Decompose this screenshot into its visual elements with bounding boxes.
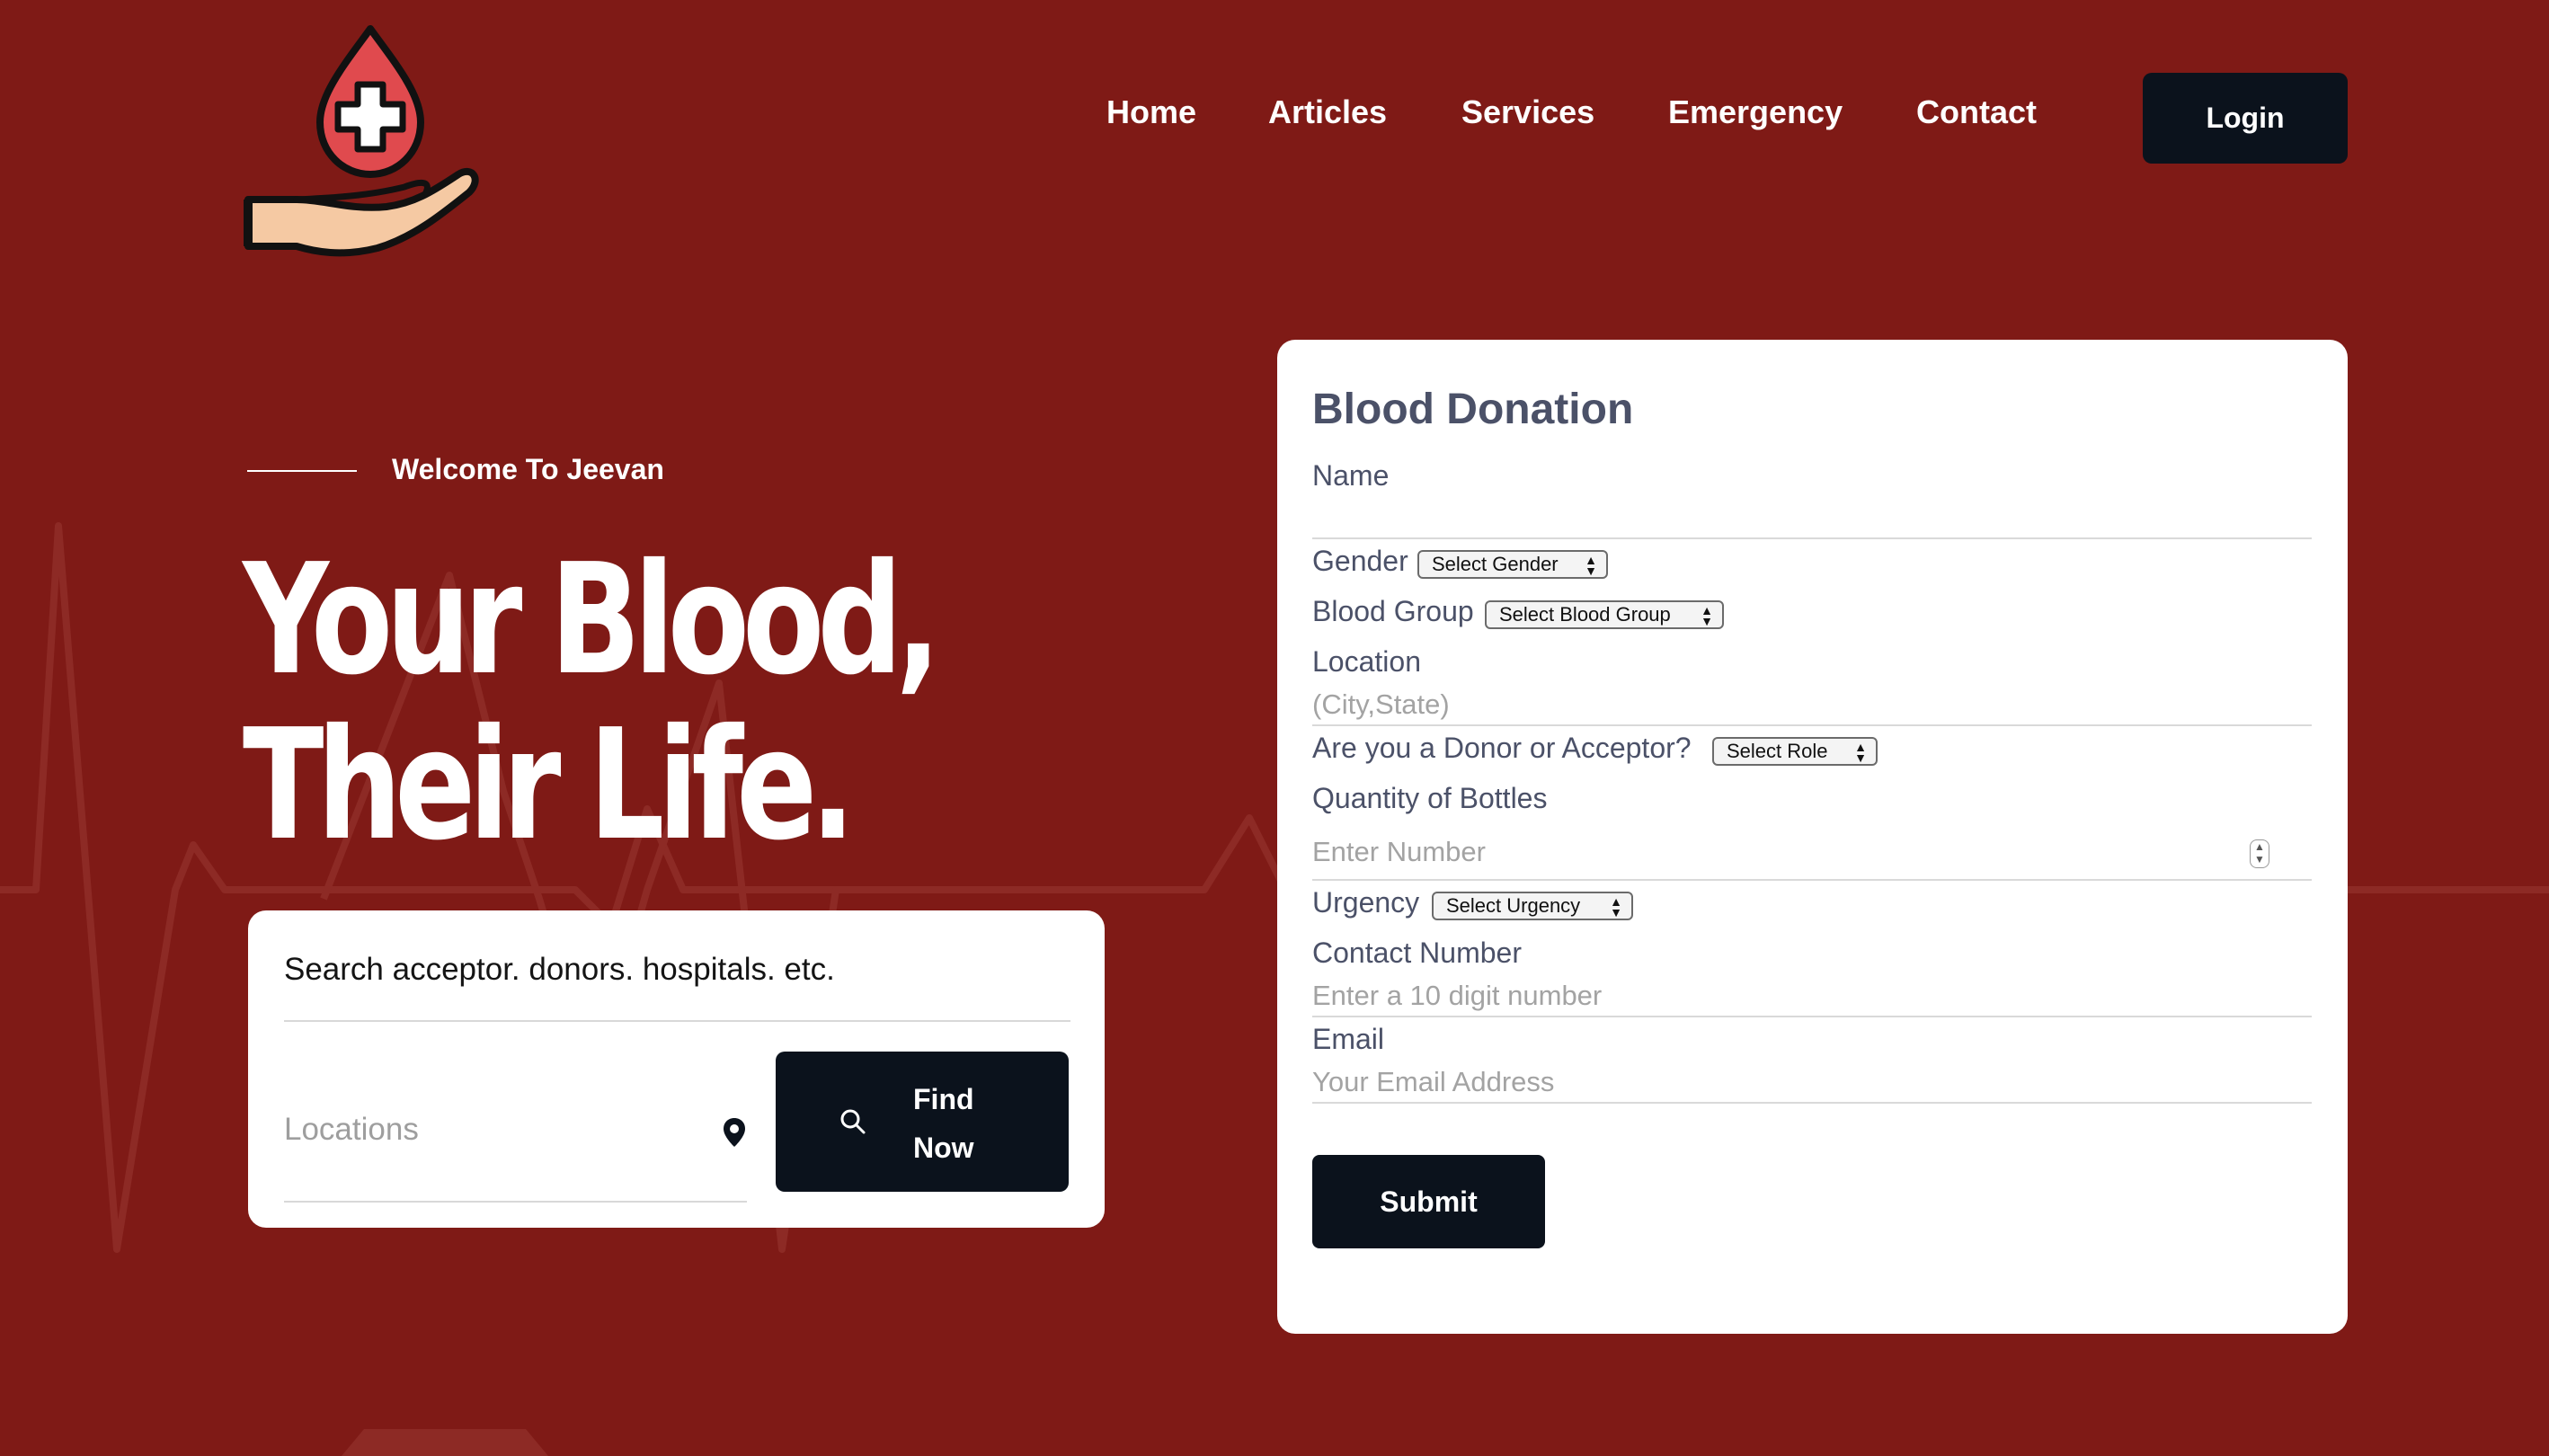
blood-donation-form: Blood Donation Name Gender Select Gender… xyxy=(1277,340,2348,1334)
search-icon xyxy=(840,1109,866,1134)
search-card: Search acceptor. donors. hospitals. etc.… xyxy=(248,910,1105,1228)
form-title: Blood Donation xyxy=(1312,386,1634,433)
headline-line-1: Your Blood, xyxy=(243,531,941,709)
hero-headline: Your Blood, Their Life. xyxy=(243,531,941,874)
submit-button[interactable]: Submit xyxy=(1312,1155,1545,1248)
gender-select-value: Select Gender xyxy=(1432,553,1559,575)
email-underline xyxy=(1312,1102,2312,1104)
role-label: Are you a Donor or Acceptor? xyxy=(1312,732,1692,764)
name-input[interactable] xyxy=(1312,537,2312,539)
gender-select[interactable]: Select Gender ▲ ▼ xyxy=(1417,550,1608,579)
role-select-value: Select Role xyxy=(1727,740,1828,762)
email-label: Email xyxy=(1312,1023,1385,1055)
headline-line-2: Their Life. xyxy=(243,697,856,874)
main-navigation: Home Articles Services Emergency Contact… xyxy=(0,0,2549,234)
contact-input[interactable]: Enter a 10 digit number xyxy=(1312,980,1602,1012)
urgency-label: Urgency xyxy=(1312,886,1420,919)
stepper-up-icon: ▲ xyxy=(2254,840,2265,853)
urgency-select-value: Select Urgency xyxy=(1446,894,1581,917)
map-pin-icon xyxy=(724,1118,745,1147)
select-arrows-icon: ▲ ▼ xyxy=(1701,603,1713,628)
location-field[interactable]: (City,State) xyxy=(1312,688,1450,721)
quantity-stepper[interactable]: ▲ ▼ xyxy=(2250,839,2269,868)
role-select[interactable]: Select Role ▲ ▼ xyxy=(1712,737,1878,766)
quantity-input[interactable]: Enter Number xyxy=(1312,836,1486,868)
contact-underline xyxy=(1312,1016,2312,1017)
location-input[interactable]: Locations xyxy=(284,1052,747,1203)
nav-contact[interactable]: Contact xyxy=(1916,93,2037,131)
nav-home[interactable]: Home xyxy=(1106,93,1196,131)
gender-label: Gender xyxy=(1312,545,1408,577)
welcome-text: Welcome To Jeevan xyxy=(392,453,664,485)
quantity-label: Quantity of Bottles xyxy=(1312,782,1548,814)
select-arrows-icon: ▲ ▼ xyxy=(1585,553,1597,578)
find-now-button[interactable]: Find Now xyxy=(776,1052,1069,1192)
find-now-label: Find Now xyxy=(913,1083,974,1164)
quantity-underline xyxy=(1312,879,2312,881)
location-label: Location xyxy=(1312,645,1421,678)
welcome-divider xyxy=(247,470,357,472)
stepper-down-icon: ▼ xyxy=(2254,853,2265,866)
nav-emergency[interactable]: Emergency xyxy=(1668,93,1843,131)
name-label: Name xyxy=(1312,459,1390,492)
urgency-select[interactable]: Select Urgency ▲ ▼ xyxy=(1432,892,1633,920)
select-arrows-icon: ▲ ▼ xyxy=(1610,894,1622,919)
email-input[interactable]: Your Email Address xyxy=(1312,1066,1554,1098)
location-underline xyxy=(1312,724,2312,726)
blood-group-select-value: Select Blood Group xyxy=(1499,603,1671,626)
location-placeholder: Locations xyxy=(284,1112,419,1147)
nav-services[interactable]: Services xyxy=(1461,93,1594,131)
search-input[interactable]: Search acceptor. donors. hospitals. etc. xyxy=(284,952,1070,1022)
login-button[interactable]: Login xyxy=(2143,73,2348,164)
contact-label: Contact Number xyxy=(1312,937,1522,969)
blood-group-select[interactable]: Select Blood Group ▲ ▼ xyxy=(1485,600,1724,629)
decorative-shape xyxy=(342,1429,548,1456)
blood-group-label: Blood Group xyxy=(1312,595,1474,627)
nav-articles[interactable]: Articles xyxy=(1268,93,1387,131)
select-arrows-icon: ▲ ▼ xyxy=(1854,740,1867,765)
